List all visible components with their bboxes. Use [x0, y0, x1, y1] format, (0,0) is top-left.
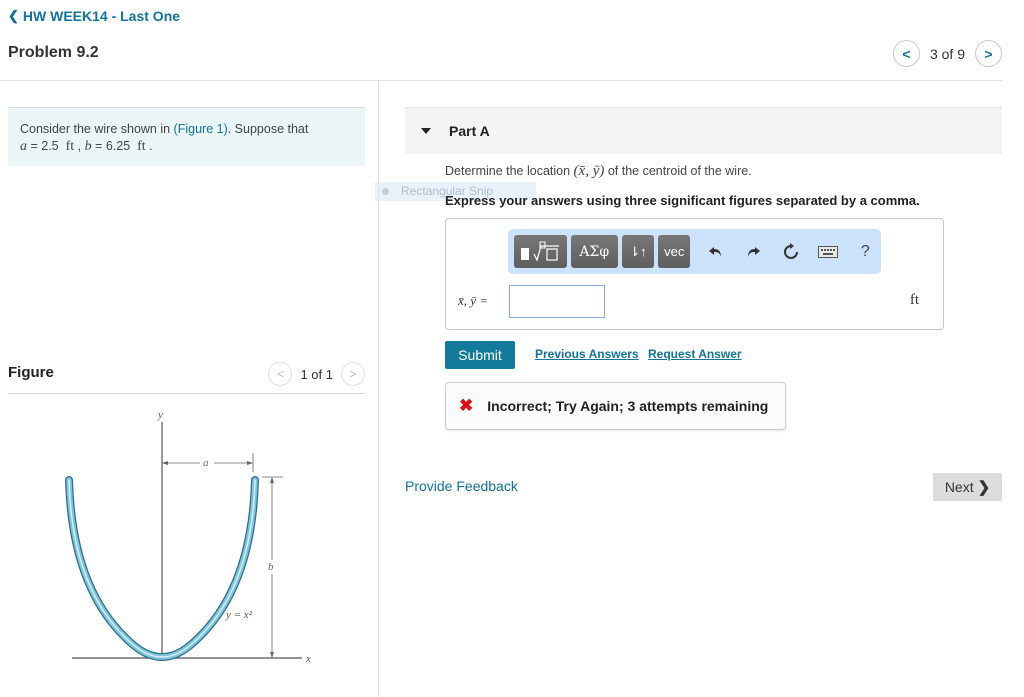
question-math: (x̄, ȳ): [573, 163, 605, 179]
submit-button[interactable]: Submit: [445, 341, 515, 369]
chevron-left-icon: <: [276, 367, 284, 381]
chevron-right-icon: >: [349, 367, 357, 381]
help-button[interactable]: ?: [850, 235, 881, 268]
undo-button[interactable]: [700, 235, 731, 268]
problem-title: Problem 9.2: [8, 44, 99, 61]
chevron-right-icon: ❯: [977, 479, 991, 496]
keyboard-button[interactable]: [812, 235, 843, 268]
y-axis-label: y: [157, 409, 163, 421]
next-label: Next: [944, 479, 974, 495]
feedback-text: Incorrect; Try Again; 3 attempts remaini…: [487, 398, 769, 414]
previous-figure-button[interactable]: <: [268, 362, 293, 386]
a-unit: ft: [65, 138, 75, 154]
a-arrow-right: [247, 461, 253, 465]
reset-icon: [783, 242, 798, 259]
wire-figure: x y a b y = x²: [65, 409, 311, 665]
statement-text: Consider the wire shown in: [20, 122, 174, 136]
b-unit: ft: [137, 138, 146, 154]
figure-header: Figure < 1 of 1 >: [8, 362, 365, 394]
problem-statement: Consider the wire shown in (Figure 1). S…: [8, 107, 365, 166]
b-value: 6.25: [105, 138, 131, 153]
figure-title: Figure: [8, 364, 54, 381]
answer-unit: ft: [909, 292, 919, 308]
figure-link[interactable]: (Figure 1): [174, 122, 228, 136]
question-pre: Determine the location: [445, 164, 574, 178]
previous-problem-button[interactable]: <: [892, 40, 920, 67]
greek-symbols-button[interactable]: ΑΣφ: [570, 235, 618, 268]
back-to-assignment-link[interactable]: ❮ HW WEEK14 - Last One: [8, 8, 180, 24]
redo-icon: [748, 246, 761, 257]
x-axis-label: x: [305, 653, 311, 665]
figure-pager: < 1 of 1 >: [268, 362, 365, 386]
equation-label: y = x²: [225, 609, 253, 621]
previous-answers-link[interactable]: Previous Answers: [535, 347, 639, 361]
part-title: Part A: [449, 123, 490, 139]
problem-pager: < 3 of 9 >: [892, 40, 1002, 67]
feedback-message: ✖ Incorrect; Try Again; 3 attempts remai…: [445, 382, 786, 430]
templates-button[interactable]: [514, 235, 567, 268]
chevron-left-icon: ❮: [8, 8, 19, 23]
next-button[interactable]: Next ❯: [933, 473, 1002, 501]
redo-button[interactable]: [738, 235, 769, 268]
var-b: b: [84, 138, 92, 154]
b-dimension-label: b: [268, 561, 274, 573]
question-text: Determine the location (x̄, ȳ) of the ce…: [445, 163, 752, 180]
problem-panel: Consider the wire shown in (Figure 1). S…: [8, 107, 365, 166]
keyboard-icon: [818, 245, 838, 258]
part-a-header[interactable]: Part A: [405, 107, 1002, 154]
request-answer-link[interactable]: Request Answer: [648, 347, 742, 361]
problem-pager-text: 3 of 9: [929, 45, 965, 62]
reset-button[interactable]: [775, 235, 806, 268]
given-values: a = 2.5 ft , b = 6.25 ft .: [20, 138, 153, 154]
question-post: of the centroid of the wire.: [604, 164, 752, 178]
x-mark-icon: ✖: [459, 396, 474, 415]
chevron-right-icon: >: [984, 45, 993, 62]
templates-sqrt-icon: [521, 241, 560, 262]
back-link-label: HW WEEK14 - Last One: [22, 8, 181, 24]
provide-feedback-link[interactable]: Provide Feedback: [405, 478, 518, 494]
math-toolbar: ΑΣφ ⇂↑ vec ?: [508, 229, 881, 274]
b-arrow-bottom: [270, 652, 274, 658]
figure-pager-text: 1 of 1: [300, 366, 333, 382]
instruction-text: Express your answers using three signifi…: [445, 193, 920, 208]
snip-dot-icon: [382, 188, 389, 195]
a-arrow-left: [162, 461, 168, 465]
b-arrow-top: [270, 477, 274, 483]
next-problem-button[interactable]: >: [975, 40, 1002, 67]
header-divider: [0, 80, 1002, 81]
undo-icon: [709, 246, 722, 257]
arrows-button[interactable]: ⇂↑: [621, 235, 655, 268]
chevron-left-icon: <: [902, 45, 911, 62]
vector-button[interactable]: vec: [658, 235, 691, 268]
next-figure-button[interactable]: >: [341, 362, 365, 386]
column-divider: [378, 80, 379, 697]
answer-label: x̄, ȳ =: [458, 293, 489, 308]
var-a: a: [20, 138, 27, 154]
a-dimension-label: a: [203, 457, 209, 469]
a-value: 2.5: [41, 138, 59, 153]
collapse-caret-icon: [421, 128, 431, 134]
statement-text-end: . Suppose that: [227, 122, 309, 136]
answer-box: ΑΣφ ⇂↑ vec ? x̄, ȳ = ft: [445, 218, 944, 330]
answer-input[interactable]: [509, 285, 605, 318]
